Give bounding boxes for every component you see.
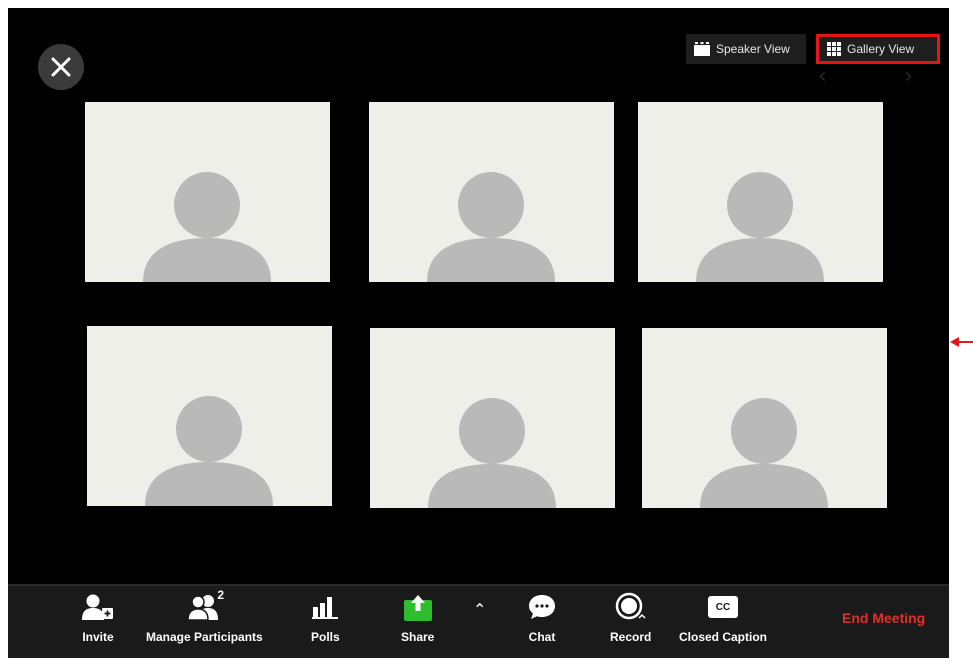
manage-participants-label: Manage Participants	[146, 630, 263, 644]
avatar-placeholder-icon	[696, 172, 824, 282]
invite-button[interactable]: Invite	[82, 590, 114, 644]
manage-participants-button[interactable]: 2 Manage Participants	[146, 588, 263, 644]
participant-tile[interactable]	[638, 102, 883, 282]
avatar-placeholder-icon	[427, 172, 555, 282]
chat-label: Chat	[528, 630, 556, 644]
participant-tile[interactable]	[85, 102, 330, 282]
chat-bubble-icon	[529, 595, 555, 619]
gallery-view-button[interactable]: Gallery View	[816, 34, 940, 64]
participant-tile[interactable]	[642, 328, 887, 508]
gallery-grid-icon	[827, 42, 841, 56]
speaker-view-icon	[694, 42, 710, 56]
avatar-placeholder-icon	[143, 172, 271, 282]
previous-page-icon[interactable]: ‹	[818, 64, 827, 89]
next-page-icon[interactable]: ›	[904, 64, 913, 89]
meeting-toolbar: Invite 2 Manage Participants Polls Share…	[8, 584, 949, 658]
end-meeting-button[interactable]: End Meeting	[842, 610, 925, 626]
speaker-view-label: Speaker View	[716, 42, 790, 56]
closed-caption-button[interactable]: CC Closed Caption	[679, 590, 767, 644]
gallery-view-label: Gallery View	[847, 42, 915, 56]
close-icon	[51, 57, 71, 77]
record-icon	[615, 592, 646, 620]
chat-button[interactable]: Chat	[527, 590, 557, 644]
share-upload-icon	[403, 595, 432, 621]
caret-up-icon[interactable]: ⌃	[473, 600, 486, 619]
polls-label: Polls	[311, 630, 340, 644]
speaker-view-button[interactable]: Speaker View	[686, 34, 806, 64]
invite-label: Invite	[82, 630, 114, 644]
annotation-arrow-icon	[950, 337, 973, 347]
add-person-icon	[82, 594, 113, 620]
share-button[interactable]: Share	[401, 590, 434, 644]
bar-chart-icon	[312, 597, 339, 619]
closed-caption-label: Closed Caption	[679, 630, 768, 644]
avatar-placeholder-icon	[145, 396, 273, 506]
record-button[interactable]: Record	[610, 590, 651, 644]
people-icon	[187, 595, 219, 621]
record-label: Record	[610, 630, 652, 644]
participants-count-badge: 2	[217, 588, 225, 602]
meeting-window: Speaker View Gallery View ‹ › Invite 2 M…	[8, 8, 949, 658]
participant-tile[interactable]	[87, 326, 332, 506]
avatar-placeholder-icon	[700, 398, 828, 508]
participant-tile[interactable]	[369, 102, 614, 282]
cc-icon: CC	[708, 596, 738, 618]
share-label: Share	[401, 630, 435, 644]
cc-icon-text: CC	[715, 601, 731, 613]
avatar-placeholder-icon	[428, 398, 556, 508]
polls-button[interactable]: Polls	[311, 590, 340, 644]
close-button[interactable]	[38, 44, 84, 90]
participant-tile[interactable]	[370, 328, 615, 508]
